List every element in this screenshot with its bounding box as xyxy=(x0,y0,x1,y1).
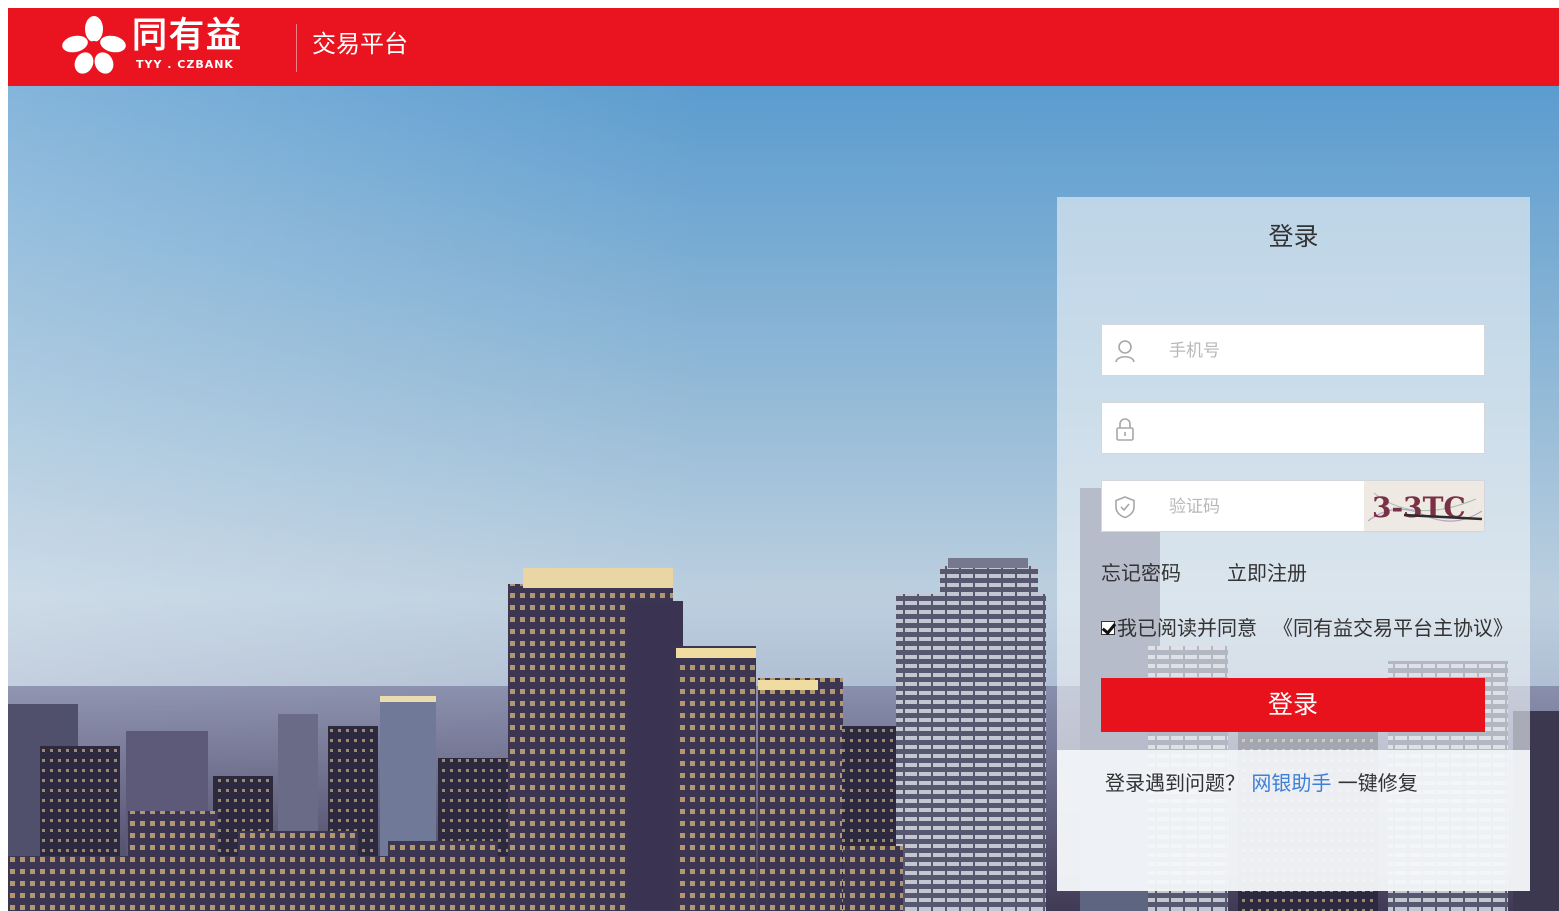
user-icon xyxy=(1115,340,1135,363)
brand-logo[interactable]: 同有益 TYY . CZBANK xyxy=(60,12,270,80)
platform-title: 交易平台 xyxy=(312,30,408,58)
help-bar: 登录遇到问题？ 网银助手 一键修复 xyxy=(1057,750,1530,891)
login-title: 登录 xyxy=(1268,222,1319,251)
logo-mark-icon xyxy=(62,16,126,74)
phone-placeholder: 手机号 xyxy=(1169,341,1220,361)
password-input[interactable] xyxy=(1101,402,1485,454)
protocol-link[interactable]: 《同有益交易平台主协议》 xyxy=(1273,613,1513,643)
login-button[interactable]: 登录 xyxy=(1101,678,1485,732)
captcha-input[interactable]: 验证码 3-3TC xyxy=(1101,480,1485,532)
page: 同有益 TYY . CZBANK 交易平台 登录 手机号 验证码 3-3TC 忘… xyxy=(8,8,1559,911)
help-row: 登录遇到问题？ 网银助手 一键修复 xyxy=(1105,768,1418,798)
help-question: 登录遇到问题？ xyxy=(1105,771,1245,795)
agree-checkbox[interactable] xyxy=(1101,621,1115,635)
captcha-placeholder: 验证码 xyxy=(1169,497,1220,517)
top-header: 同有益 TYY . CZBANK 交易平台 xyxy=(8,8,1559,86)
lock-icon xyxy=(1116,418,1134,441)
shield-icon xyxy=(1115,496,1135,519)
phone-input[interactable]: 手机号 xyxy=(1101,324,1485,376)
register-link[interactable]: 立即注册 xyxy=(1227,558,1307,588)
forgot-password-link[interactable]: 忘记密码 xyxy=(1101,558,1181,588)
header-divider xyxy=(296,24,297,72)
captcha-image[interactable]: 3-3TC xyxy=(1364,481,1484,531)
agree-text: 我已阅读并同意 xyxy=(1117,616,1257,640)
login-panel: 登录 手机号 验证码 3-3TC 忘记密码 立即注册 我已阅读并同意 《同有益交… xyxy=(1057,197,1530,891)
captcha-text: 3-3TC xyxy=(1372,491,1466,524)
ebank-assistant-link[interactable]: 网银助手 xyxy=(1251,771,1331,795)
help-suffix: 一键修复 xyxy=(1337,771,1418,795)
brand-name: 同有益 xyxy=(132,16,244,56)
captcha-graphic: 3-3TC xyxy=(1364,481,1484,531)
brand-name-en: TYY . CZBANK xyxy=(136,58,234,71)
